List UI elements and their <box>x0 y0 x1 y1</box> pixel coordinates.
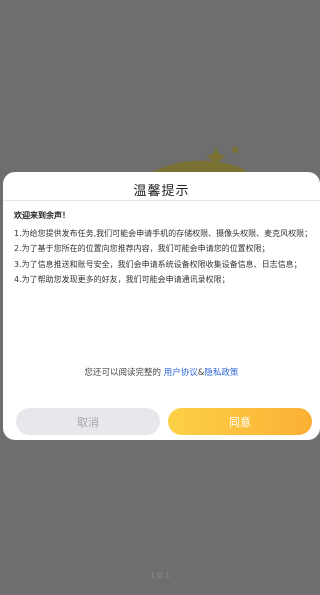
permission-item: 2.为了基于您所在的位置向您推荐内容，我们可能会申请您的位置权限； <box>14 244 270 253</box>
permission-item: 1.为给您提供发布任务,我们可能会申请手机的存储权限、摄像头权限、麦克风权限； <box>14 228 313 238</box>
user-agreement-link[interactable]: 用户协议 <box>164 368 198 378</box>
greeting-text: 欢迎来到余声！ <box>14 211 70 220</box>
privacy-policy-link[interactable]: 隐私政策 <box>204 368 238 378</box>
agreement-links-row: 您还可以阅读完整的 用户协议&隐私政策 <box>3 366 320 378</box>
cancel-button[interactable]: 取消 <box>16 408 160 435</box>
read-prefix-text: 您还可以阅读完整的 <box>84 368 162 378</box>
app-version: 1.0.1 <box>149 571 171 580</box>
title-divider <box>3 200 320 201</box>
permission-item: 4.为了帮助您发现更多的好友，我们可能会申请通讯录权限； <box>14 275 230 284</box>
permission-dialog: 温馨提示 欢迎来到余声！ 1.为给您提供发布任务,我们可能会申请手机的存储权限、… <box>3 172 320 440</box>
agree-button[interactable]: 同意 <box>168 408 312 435</box>
dialog-title: 温馨提示 <box>133 184 190 199</box>
permission-item: 3.为了信息推送和账号安全，我们会申请系统设备权限收集设备信息、日志信息； <box>14 259 302 269</box>
dialog-body: 欢迎来到余声！ 1.为给您提供发布任务,我们可能会申请手机的存储权限、摄像头权限… <box>14 208 314 288</box>
